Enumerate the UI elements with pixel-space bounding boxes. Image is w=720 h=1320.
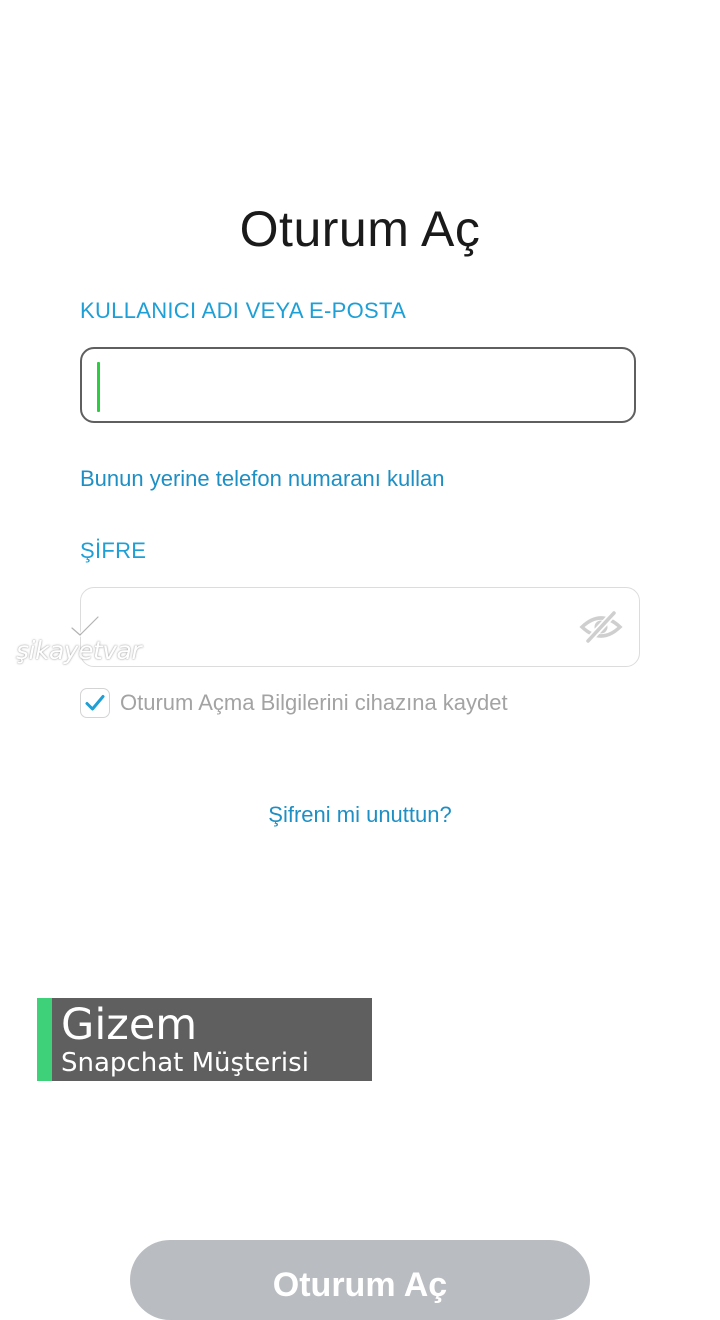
eye-slash-icon[interactable] (579, 605, 623, 649)
save-login-label: Oturum Açma Bilgilerini cihazına kaydet (120, 690, 508, 715)
checkmark-icon (85, 695, 105, 711)
page-title: Oturum Aç (239, 201, 481, 257)
sikayetvar-watermark-logo: şikayetvar (16, 614, 150, 668)
watermark-text: şikayetvar (16, 636, 142, 665)
save-login-checkbox[interactable] (80, 688, 110, 718)
testimonial-caption: Gizem Snapchat Müşterisi (37, 998, 372, 1081)
username-input[interactable] (80, 347, 636, 423)
use-phone-number-link[interactable]: Bunun yerine telefon numaranı kullan (80, 466, 444, 492)
password-input[interactable] (80, 587, 640, 667)
text-cursor (97, 362, 100, 412)
caption-role: Snapchat Müşterisi (61, 1048, 309, 1078)
caption-name: Gizem (61, 1000, 198, 1050)
forgot-password-link[interactable]: Şifreni mi unuttun? (0, 802, 720, 828)
caption-accent-bar (37, 998, 52, 1081)
login-button[interactable]: Oturum Aç (130, 1240, 590, 1320)
login-button-label: Oturum Aç (272, 1266, 448, 1304)
password-label: ŞİFRE (80, 538, 147, 563)
username-label: KULLANICI ADI VEYA E-POSTA (80, 298, 407, 323)
